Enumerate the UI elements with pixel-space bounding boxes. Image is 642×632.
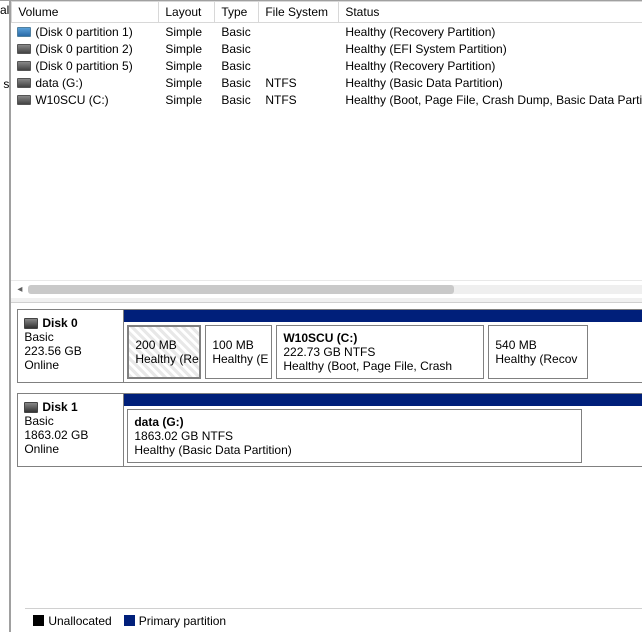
- disk-graphical-view: Disk 0Basic223.56 GBOnline200 MBHealthy …: [11, 303, 642, 632]
- volume-status: Healthy (Basic Data Partition): [339, 76, 642, 90]
- partition-status: Healthy (Recov: [495, 352, 581, 366]
- volume-name: (Disk 0 partition 2): [35, 42, 132, 56]
- disk-name: Disk 0: [42, 316, 77, 330]
- volume-icon: [17, 44, 31, 54]
- partition-caption-bar: [124, 394, 642, 406]
- volume-type: Basic: [215, 93, 259, 107]
- volume-name: (Disk 0 partition 1): [35, 25, 132, 39]
- partition[interactable]: 540 MBHealthy (Recov: [488, 325, 588, 379]
- volume-type: Basic: [215, 76, 259, 90]
- left-partial-panel: al s: [0, 0, 10, 632]
- legend-unallocated: Unallocated: [33, 614, 111, 628]
- volume-status: Healthy (Boot, Page File, Crash Dump, Ba…: [339, 93, 642, 107]
- disk-type: Basic: [24, 330, 117, 344]
- partition-title: data (G:): [134, 415, 575, 429]
- main-pane: Volume Layout Type File System Status (D…: [10, 0, 642, 632]
- col-status[interactable]: Status: [339, 1, 642, 23]
- legend-primary: Primary partition: [124, 614, 226, 628]
- partition-caption-bar: [124, 310, 642, 322]
- volume-fs: NTFS: [259, 76, 339, 90]
- volume-status: Healthy (EFI System Partition): [339, 42, 642, 56]
- volume-layout: Simple: [159, 42, 215, 56]
- partition-status: Healthy (Boot, Page File, Crash: [283, 359, 477, 373]
- volume-status: Healthy (Recovery Partition): [339, 59, 642, 73]
- partition-size: 200 MB: [135, 338, 193, 352]
- volume-row[interactable]: W10SCU (C:) SimpleBasicNTFSHealthy (Boot,…: [11, 91, 642, 108]
- volume-type: Basic: [215, 42, 259, 56]
- volume-list: Volume Layout Type File System Status (D…: [11, 1, 642, 297]
- col-filesystem[interactable]: File System: [259, 1, 339, 23]
- disk-box[interactable]: Disk 0Basic223.56 GBOnline200 MBHealthy …: [17, 309, 642, 383]
- volume-row[interactable]: (Disk 0 partition 2) SimpleBasic Healthy (…: [11, 40, 642, 57]
- volume-name: data (G:): [35, 76, 82, 90]
- scroll-left-icon[interactable]: ◂: [11, 281, 28, 298]
- frag-label-b: s: [3, 77, 9, 91]
- volume-icon: [17, 95, 31, 105]
- volume-icon: [17, 27, 31, 37]
- volume-row[interactable]: data (G:) SimpleBasicNTFSHealthy (Basic D…: [11, 74, 642, 91]
- partition-status: Healthy (Re: [135, 352, 193, 366]
- disk-size: 1863.02 GB: [24, 428, 117, 442]
- partition-status: Healthy (E: [212, 352, 265, 366]
- legend: Unallocated Primary partition: [25, 608, 642, 632]
- volume-row[interactable]: (Disk 0 partition 5) SimpleBasic Healthy (…: [11, 57, 642, 74]
- disk-icon: [24, 402, 38, 413]
- partition-status: Healthy (Basic Data Partition): [134, 443, 575, 457]
- col-type[interactable]: Type: [215, 1, 259, 23]
- disk-meta: Disk 0Basic223.56 GBOnline: [18, 310, 124, 382]
- volume-list-header[interactable]: Volume Layout Type File System Status: [11, 1, 642, 23]
- disk-size: 223.56 GB: [24, 344, 117, 358]
- disk-state: Online: [24, 358, 117, 372]
- volume-layout: Simple: [159, 76, 215, 90]
- scroll-thumb[interactable]: [28, 285, 454, 294]
- partition-size: 540 MB: [495, 338, 581, 352]
- partition[interactable]: W10SCU (C:)222.73 GB NTFSHealthy (Boot, …: [276, 325, 484, 379]
- disk-name: Disk 1: [42, 400, 77, 414]
- partition-size: 100 MB: [212, 338, 265, 352]
- volume-row[interactable]: (Disk 0 partition 1) SimpleBasic Healthy (…: [11, 23, 642, 40]
- volume-name: W10SCU (C:): [35, 93, 108, 107]
- legend-unallocated-swatch: [33, 615, 44, 626]
- volume-status: Healthy (Recovery Partition): [339, 25, 642, 39]
- volume-name: (Disk 0 partition 5): [35, 59, 132, 73]
- volume-layout: Simple: [159, 93, 215, 107]
- scroll-track[interactable]: [28, 285, 642, 294]
- partition-size: 1863.02 GB NTFS: [134, 429, 575, 443]
- partition-title: W10SCU (C:): [283, 331, 477, 345]
- disk-meta: Disk 1Basic1863.02 GBOnline: [18, 394, 124, 466]
- legend-primary-swatch: [124, 615, 135, 626]
- col-layout[interactable]: Layout: [159, 1, 215, 23]
- disk-state: Online: [24, 442, 117, 456]
- volume-layout: Simple: [159, 59, 215, 73]
- volume-icon: [17, 61, 31, 71]
- volume-type: Basic: [215, 25, 259, 39]
- volume-icon: [17, 78, 31, 88]
- disk-box[interactable]: Disk 1Basic1863.02 GBOnlinedata (G:)1863…: [17, 393, 642, 467]
- volume-layout: Simple: [159, 25, 215, 39]
- volume-type: Basic: [215, 59, 259, 73]
- disk-type: Basic: [24, 414, 117, 428]
- partition[interactable]: 100 MBHealthy (E: [205, 325, 272, 379]
- volume-fs: NTFS: [259, 93, 339, 107]
- partition-size: 222.73 GB NTFS: [283, 345, 477, 359]
- partition[interactable]: 200 MBHealthy (Re: [127, 325, 201, 379]
- partition[interactable]: data (G:)1863.02 GB NTFSHealthy (Basic D…: [127, 409, 582, 463]
- disk-icon: [24, 318, 38, 329]
- col-volume[interactable]: Volume: [11, 1, 159, 23]
- frag-label-a: al: [0, 3, 9, 17]
- hscrollbar[interactable]: ◂ ▸: [11, 280, 642, 297]
